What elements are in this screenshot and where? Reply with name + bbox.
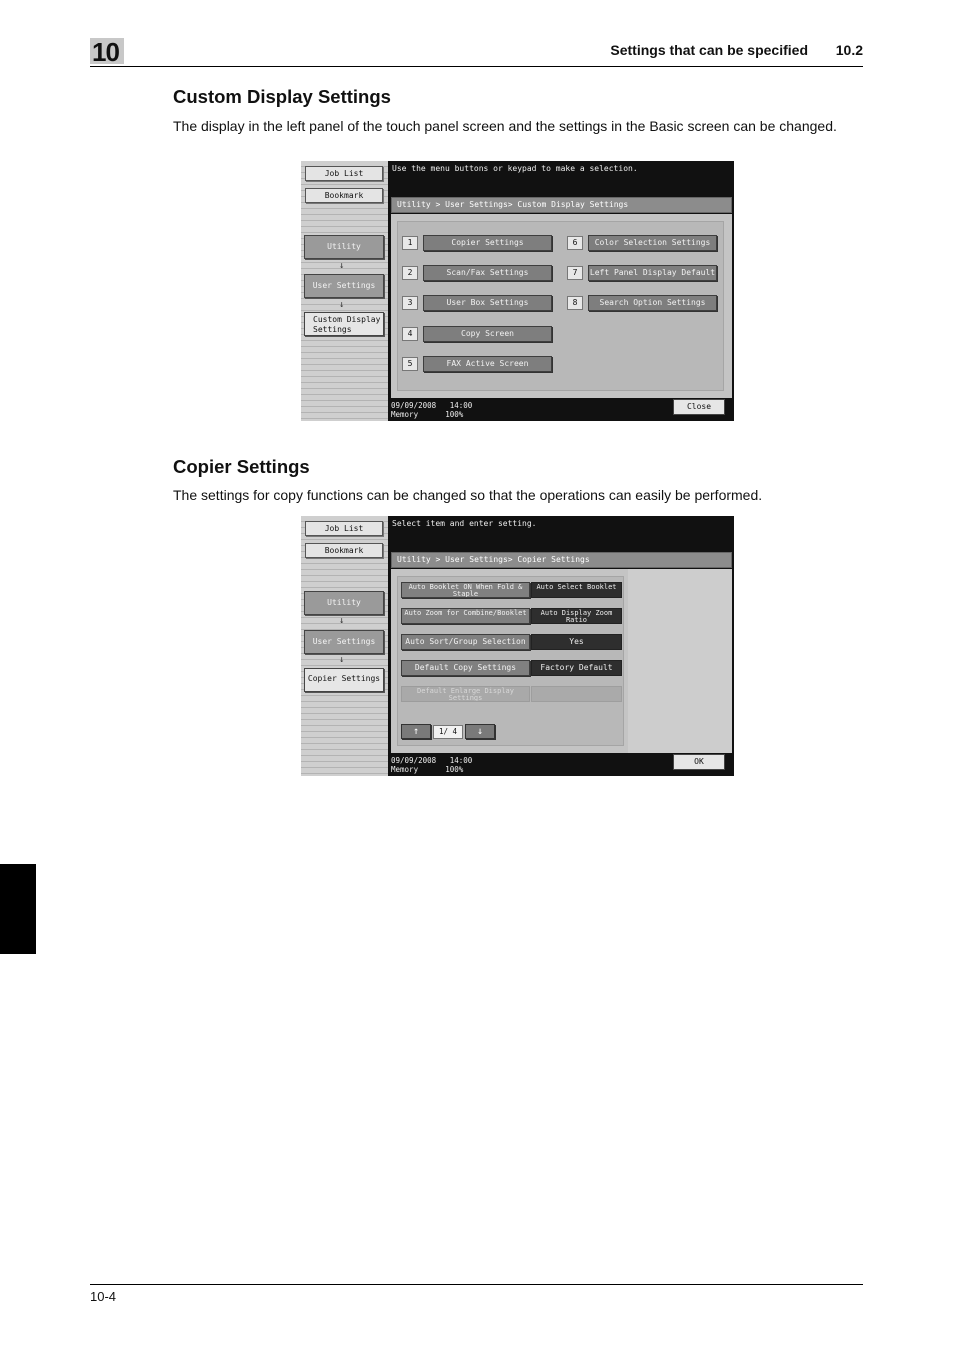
menu-button-copy-screen[interactable]: Copy Screen — [423, 326, 552, 342]
setting-auto-zoom-value: Auto Display Zoom Ratio — [531, 608, 622, 624]
menu-button-scan-fax-settings[interactable]: Scan/Fax Settings — [423, 265, 552, 281]
setting-default-enlarge: Default Enlarge Display Settings — [401, 686, 530, 702]
nav-utility[interactable]: Utility — [304, 235, 384, 259]
menu-number: 1 — [402, 236, 418, 250]
chapter-thumb-tab — [0, 864, 36, 954]
status-date: 09/09/2008 — [391, 756, 437, 765]
menu-button-color-selection-settings[interactable]: Color Selection Settings — [588, 235, 717, 251]
setting-default-copy[interactable]: Default Copy Settings — [401, 660, 530, 676]
menu-number: 4 — [402, 327, 418, 341]
ok-button[interactable]: OK — [673, 754, 725, 770]
status-memory-value: 100% — [445, 410, 464, 419]
menu-button-fax-active-screen[interactable]: FAX Active Screen — [423, 356, 552, 372]
instruction-message: Select item and enter setting. — [392, 519, 537, 528]
menu-button-search-option-settings[interactable]: Search Option Settings — [588, 295, 717, 311]
screenshot-custom-display-settings: Job List Bookmark Utility ↓ User Setting… — [301, 161, 734, 421]
status-memory-label: Memory — [391, 410, 419, 419]
menu-button-copier-settings[interactable]: Copier Settings — [423, 235, 552, 251]
close-button[interactable]: Close — [673, 399, 725, 415]
screenshot-copier-settings: Job List Bookmark Utility ↓ User Setting… — [301, 516, 734, 776]
menu-button-left-panel-display-default[interactable]: Left Panel Display Default — [588, 265, 717, 281]
breadcrumb: Utility > User Settings> Copier Settings — [391, 552, 732, 568]
menu-number: 7 — [567, 266, 583, 280]
nav-custom-display-settings[interactable]: Custom Display Settings — [304, 312, 384, 336]
status-time: 14:00 — [449, 401, 473, 410]
setting-auto-sort-group-value: Yes — [531, 634, 622, 650]
down-arrow-icon: ↓ — [339, 300, 345, 310]
nav-user-settings[interactable]: User Settings — [304, 630, 384, 654]
section-text-custom-display: The display in the left panel of the tou… — [173, 118, 837, 134]
status-date: 09/09/2008 — [391, 401, 437, 410]
menu-number: 6 — [567, 236, 583, 250]
instruction-message: Use the menu buttons or keypad to make a… — [392, 164, 638, 173]
down-arrow-icon: ↓ — [339, 261, 345, 271]
nav-copier-settings[interactable]: Copier Settings — [304, 668, 384, 692]
settings-right-blank — [628, 569, 732, 753]
nav-user-settings[interactable]: User Settings — [304, 274, 384, 298]
status-bar: 09/09/2008 14:00 Memory 100% — [391, 401, 472, 419]
setting-auto-booklet-value: Auto Select Booklet — [531, 582, 622, 598]
running-header-section: 10.2 — [835, 42, 863, 58]
nav-utility[interactable]: Utility — [304, 591, 384, 615]
menu-number: 2 — [402, 266, 418, 280]
footer-rule — [90, 1284, 863, 1285]
status-time: 14:00 — [449, 756, 473, 765]
menu-number: 5 — [402, 357, 418, 371]
header-rule — [90, 66, 863, 67]
setting-default-enlarge-value — [531, 686, 622, 702]
setting-default-copy-value: Factory Default — [531, 660, 622, 676]
status-bar: 09/09/2008 14:00 Memory 100% — [391, 756, 472, 774]
down-arrow-icon: ↓ — [339, 655, 345, 665]
setting-auto-booklet[interactable]: Auto Booklet ON When Fold & Staple — [401, 582, 530, 598]
section-title-custom-display: Custom Display Settings — [173, 86, 391, 107]
running-header-title: Settings that can be specified — [610, 42, 808, 58]
job-list-button[interactable]: Job List — [305, 521, 383, 536]
menu-number: 8 — [567, 296, 583, 310]
menu-button-user-box-settings[interactable]: User Box Settings — [423, 295, 552, 311]
setting-auto-sort-group[interactable]: Auto Sort/Group Selection — [401, 634, 530, 650]
breadcrumb: Utility > User Settings> Custom Display … — [391, 197, 732, 213]
page-number: 10-4 — [90, 1289, 117, 1304]
bookmark-button[interactable]: Bookmark — [305, 188, 383, 203]
bookmark-button[interactable]: Bookmark — [305, 543, 383, 558]
page-up-button[interactable]: ↑ — [401, 724, 431, 739]
setting-auto-zoom[interactable]: Auto Zoom for Combine/Booklet — [401, 608, 530, 624]
menu-number: 3 — [402, 296, 418, 310]
section-text-copier-settings: The settings for copy functions can be c… — [173, 487, 763, 503]
section-title-copier-settings: Copier Settings — [173, 456, 310, 477]
status-memory-value: 100% — [445, 765, 464, 774]
job-list-button[interactable]: Job List — [305, 166, 383, 181]
page-indicator: 1/ 4 — [433, 725, 463, 739]
page-down-button[interactable]: ↓ — [465, 724, 495, 739]
chapter-number: 10 — [92, 37, 120, 67]
status-memory-label: Memory — [391, 765, 419, 774]
down-arrow-icon: ↓ — [339, 616, 345, 626]
